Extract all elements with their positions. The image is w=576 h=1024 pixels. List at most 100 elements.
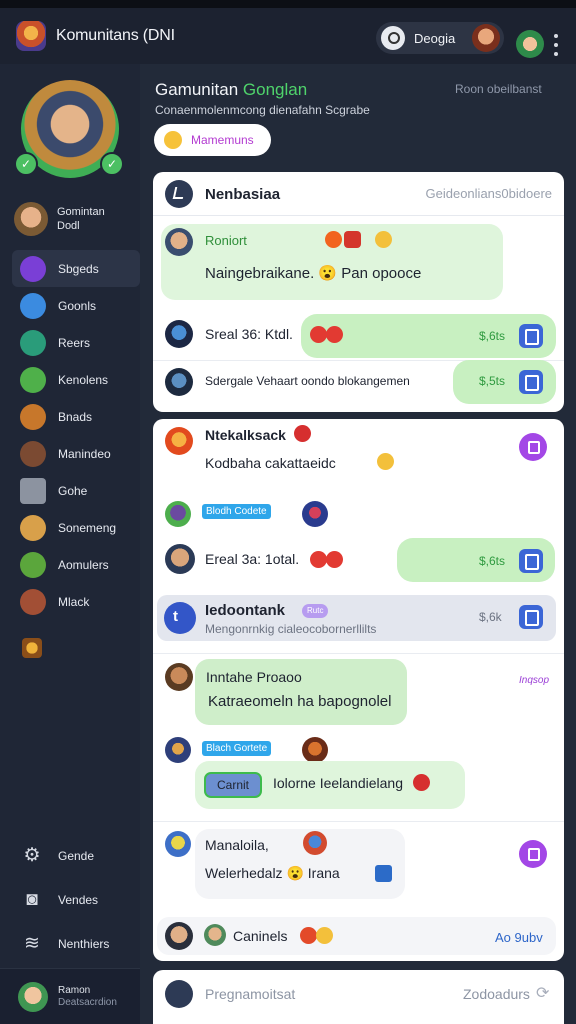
- sidebar-item-7[interactable]: Sonemeng: [12, 509, 140, 546]
- profile-avatar[interactable]: [516, 30, 544, 58]
- bookmark-icon[interactable]: [519, 840, 547, 868]
- nav-icon: [20, 588, 46, 615]
- divider: [153, 653, 564, 654]
- page-title-main: Gamunitan: [155, 80, 243, 99]
- sidebar-item-label: Nenthiers: [58, 937, 110, 951]
- avatar: [303, 831, 327, 855]
- row-text: Ereal 3a: 1otal.: [205, 551, 300, 567]
- divider: [153, 821, 564, 822]
- reaction-icon: [310, 326, 327, 343]
- filter-chip[interactable]: Mamemuns: [154, 124, 271, 156]
- back-icon[interactable]: [165, 180, 193, 208]
- avatar: [18, 981, 48, 1012]
- status-badge: Blach Gortete: [202, 741, 272, 756]
- back-icon[interactable]: [165, 980, 193, 1008]
- sidebar-user[interactable]: Gomintan Dodl: [14, 196, 140, 242]
- sidebar-item-4[interactable]: Bnads: [12, 398, 140, 435]
- sidebar-item-9[interactable]: Mlack: [12, 583, 140, 620]
- footer-user-sub: Deatsacrdion: [58, 996, 117, 1008]
- user-pill[interactable]: Deogia: [376, 22, 504, 54]
- camera-icon: ◙: [26, 889, 38, 910]
- cart-icon[interactable]: [519, 549, 543, 573]
- message-title: Inntahe Proaoo: [206, 669, 302, 685]
- message-text: Naingebraikane. 😮 Pan opooce: [205, 265, 422, 282]
- message-text: Welerhedalz 😮 Irana: [205, 865, 340, 881]
- sidebar-item-2[interactable]: Reers: [12, 324, 140, 361]
- avatar: [14, 202, 48, 236]
- nav-icon: [20, 366, 46, 393]
- nav-icon: [20, 551, 46, 578]
- card-header-link[interactable]: Geideonlians0bidoere: [426, 186, 552, 201]
- row-price: $,5ts: [479, 374, 506, 388]
- nav-icon: [20, 292, 46, 319]
- nav-icon: [20, 440, 46, 467]
- nav-icon: [20, 514, 46, 541]
- sidebar: ✓ ✓ Gomintan Dodl Sbgeds Goonls Reers Ke…: [0, 64, 140, 1024]
- app-logo[interactable]: [16, 21, 46, 51]
- sidebar-item-label: Sonemeng: [58, 520, 117, 535]
- cart-icon[interactable]: [519, 605, 543, 629]
- bookmark-icon[interactable]: [519, 433, 547, 461]
- page-title: Gamunitan Gonglan: [155, 80, 307, 100]
- comment-author: Caninels: [233, 928, 288, 944]
- message-link[interactable]: Inqsop: [519, 675, 549, 686]
- sidebar-item-5[interactable]: Manindeo: [12, 435, 140, 472]
- sidebar-item-label: Gende: [58, 849, 95, 863]
- reaction-icon: [310, 551, 327, 568]
- sidebar-item-camera[interactable]: ◙ Vendes: [12, 878, 140, 922]
- row-price: $,6ts: [479, 329, 506, 343]
- pin-icon: [300, 927, 317, 944]
- sword-icon[interactable]: [22, 638, 42, 658]
- sidebar-item-label: Kenolens: [58, 372, 109, 387]
- sidebar-item-label: Reers: [58, 335, 91, 350]
- cart-icon[interactable]: [519, 324, 543, 348]
- composer-action[interactable]: Zodoadurs: [463, 986, 530, 1002]
- message-title: Manaloila,: [205, 837, 269, 853]
- message-text: Katraeomeln ha bapognolel: [208, 693, 392, 710]
- feed-card: Ntekalksack Kodbaha cakattaeidc Blodh Co…: [153, 419, 564, 961]
- row-text: Sreal 36: Ktdl.: [205, 326, 293, 342]
- row-subtitle: Mengonrnkig cialeocobornerllilts: [205, 622, 377, 636]
- page-subtitle: Conaenmolenmcong dienafahn Scgrabe: [155, 103, 370, 117]
- reaction-icon: [326, 326, 343, 343]
- nav-icon: [20, 255, 46, 282]
- refresh-icon[interactable]: ⟳: [536, 983, 549, 1003]
- smile-icon: [164, 131, 182, 149]
- gear-icon: ⚙: [23, 845, 41, 866]
- sidebar-item-1[interactable]: Goonls: [12, 287, 140, 324]
- brand-letter: t: [173, 608, 178, 625]
- avatar: [204, 924, 226, 946]
- comment-link[interactable]: Ao 9ubv: [495, 930, 543, 945]
- avatar: [302, 737, 328, 763]
- sidebar-item-label: Vendes: [58, 893, 99, 907]
- emoji-icon: [377, 453, 394, 470]
- nav-icon: [20, 403, 46, 430]
- header-link[interactable]: Roon obeilbanst: [455, 82, 542, 96]
- sidebar-item-network[interactable]: ≋ Nenthiers: [12, 922, 140, 966]
- wifi-icon: ≋: [24, 933, 40, 954]
- sidebar-item-0[interactable]: Sbgeds: [12, 250, 140, 287]
- row-price: $,6k: [479, 610, 502, 624]
- composer-input[interactable]: Pregnamoitsat: [205, 986, 295, 1002]
- avatar: [165, 427, 193, 455]
- user-avatar[interactable]: [472, 24, 500, 52]
- page-title-accent: Gonglan: [242, 80, 308, 99]
- cart-icon[interactable]: [519, 370, 543, 394]
- sidebar-item-label: Gohe: [58, 483, 88, 498]
- action-button[interactable]: Carnit: [204, 772, 262, 798]
- heart-icon: [344, 231, 361, 248]
- sidebar-footer[interactable]: Ramon Deatsacrdion: [0, 968, 140, 1024]
- message-author: Roniort: [205, 233, 247, 248]
- more-menu-icon[interactable]: [553, 34, 559, 56]
- sidebar-item-6[interactable]: Gohe: [12, 472, 140, 509]
- sidebar-item-label: Goonls: [58, 298, 97, 313]
- search-icon[interactable]: [381, 26, 405, 50]
- emoji-icon: [375, 231, 392, 248]
- sidebar-item-3[interactable]: Kenolens: [12, 361, 140, 398]
- sidebar-item-8[interactable]: Aomulers: [12, 546, 140, 583]
- avatar: [165, 922, 193, 950]
- sidebar-user-name: Gomintan: [57, 206, 105, 218]
- sidebar-item-label: Bnads: [58, 409, 93, 424]
- sidebar-item-settings[interactable]: ⚙ Gende: [12, 834, 140, 878]
- emoji-icon: [316, 927, 333, 944]
